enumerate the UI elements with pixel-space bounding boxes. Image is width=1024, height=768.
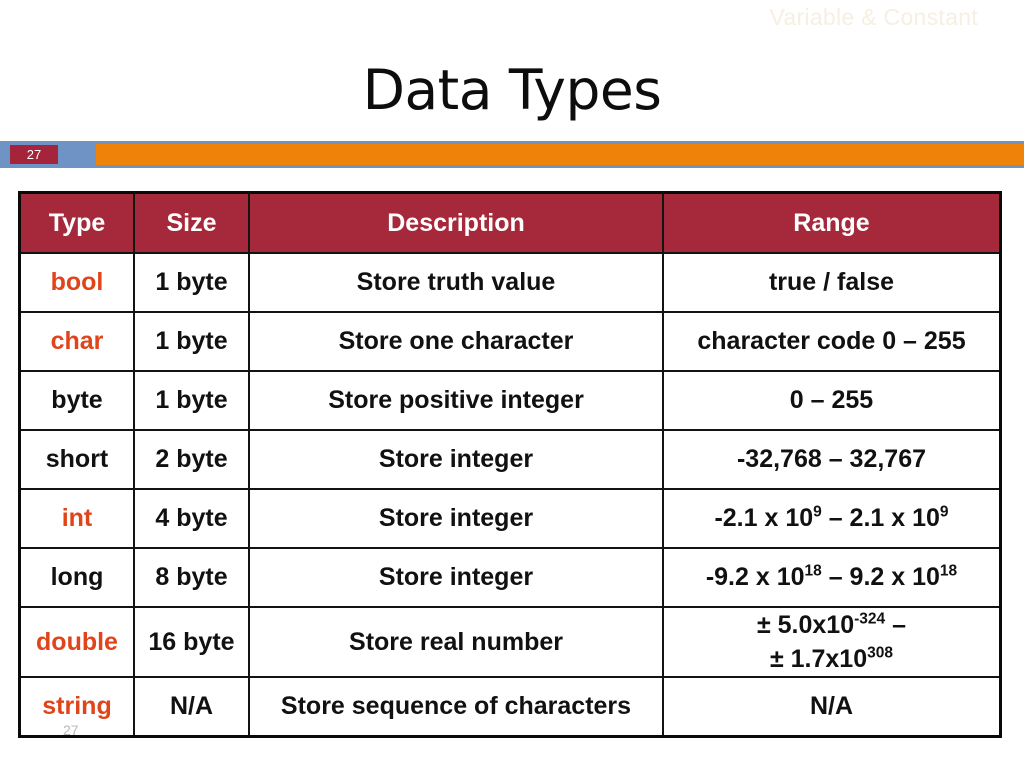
cell-description: Store integer	[248, 488, 664, 549]
band-orange-bar	[96, 144, 1024, 165]
divider-band: 27	[0, 141, 1024, 168]
cell-range: ± 5.0x10-324 – ± 1.7x10308	[662, 606, 1002, 678]
cell-range: 0 – 255	[662, 370, 1002, 431]
cell-range: character code 0 – 255	[662, 311, 1002, 372]
cell-range: N/A	[662, 676, 1002, 738]
range-exponent-a: 18	[804, 562, 822, 580]
table-row: int 4 byte Store integer -2.1 x 109 – 2.…	[18, 488, 1002, 549]
cell-description: Store truth value	[248, 252, 664, 313]
range-exponent-a: 9	[813, 503, 822, 521]
cell-size: 1 byte	[133, 370, 250, 431]
cell-range: -32,768 – 32,767	[662, 429, 1002, 490]
column-header-range: Range	[662, 191, 1002, 254]
cell-description: Store positive integer	[248, 370, 664, 431]
cell-range: -9.2 x 1018 – 9.2 x 1018	[662, 547, 1002, 608]
range-line-2: ± 1.7x10308	[664, 642, 999, 676]
stray-page-number: 27	[63, 722, 79, 738]
watermark-text: Variable & Constant	[769, 4, 978, 30]
page-number-badge: 27	[8, 143, 60, 166]
page-title: Data Types	[362, 58, 662, 122]
range-dash: –	[885, 611, 907, 639]
cell-type: bool	[18, 252, 135, 313]
range-mantissa-a: -9.2 x 10	[705, 563, 805, 591]
cell-description: Store integer	[248, 429, 664, 490]
table-row: byte 1 byte Store positive integer 0 – 2…	[18, 370, 1002, 431]
column-header-size: Size	[133, 191, 250, 254]
range-mantissa-high: ± 1.7x10	[769, 645, 868, 673]
cell-description: Store real number	[248, 606, 664, 678]
range-mantissa-low: ± 5.0x10	[756, 611, 855, 639]
cell-size: N/A	[133, 676, 250, 738]
cell-size: 16 byte	[133, 606, 250, 678]
table-header-row: Type Size Description Range	[18, 191, 1002, 254]
range-exponent-low: -324	[854, 610, 886, 628]
range-exponent-high: 308	[867, 644, 893, 662]
cell-description: Store integer	[248, 547, 664, 608]
cell-size: 1 byte	[133, 252, 250, 313]
cell-type: double	[18, 606, 135, 678]
cell-type: short	[18, 429, 135, 490]
cell-description: Store one character	[248, 311, 664, 372]
range-mantissa-b: – 2.1 x 10	[821, 504, 940, 532]
table-row: char 1 byte Store one character characte…	[18, 311, 1002, 372]
cell-size: 8 byte	[133, 547, 250, 608]
range-mantissa-a: -2.1 x 10	[714, 504, 814, 532]
range-exponent-b: 9	[939, 503, 949, 521]
cell-type: byte	[18, 370, 135, 431]
table-row: bool 1 byte Store truth value true / fal…	[18, 252, 1002, 313]
cell-type: long	[18, 547, 135, 608]
cell-range: -2.1 x 109 – 2.1 x 109	[662, 488, 1002, 549]
cell-range: true / false	[662, 252, 1002, 313]
cell-type: char	[18, 311, 135, 372]
table-body: bool 1 byte Store truth value true / fal…	[18, 252, 1002, 738]
table-row: long 8 byte Store integer -9.2 x 1018 – …	[18, 547, 1002, 608]
cell-size: 1 byte	[133, 311, 250, 372]
table-row: double 16 byte Store real number ± 5.0x1…	[18, 606, 1002, 678]
table-header: Type Size Description Range	[18, 191, 1002, 254]
data-types-table-wrap: Type Size Description Range bool 1 byte …	[18, 191, 1002, 738]
cell-size: 4 byte	[133, 488, 250, 549]
data-types-table: Type Size Description Range bool 1 byte …	[18, 191, 1002, 738]
range-line-1: ± 5.0x10-324 –	[664, 608, 999, 642]
column-header-type: Type	[18, 191, 135, 254]
cell-description: Store sequence of characters	[248, 676, 664, 738]
range-mantissa-b: – 9.2 x 10	[821, 563, 940, 591]
cell-size: 2 byte	[133, 429, 250, 490]
column-header-description: Description	[248, 191, 664, 254]
cell-type: int	[18, 488, 135, 549]
table-row: short 2 byte Store integer -32,768 – 32,…	[18, 429, 1002, 490]
range-exponent-b: 18	[939, 562, 958, 580]
table-row: string N/A Store sequence of characters …	[18, 676, 1002, 738]
